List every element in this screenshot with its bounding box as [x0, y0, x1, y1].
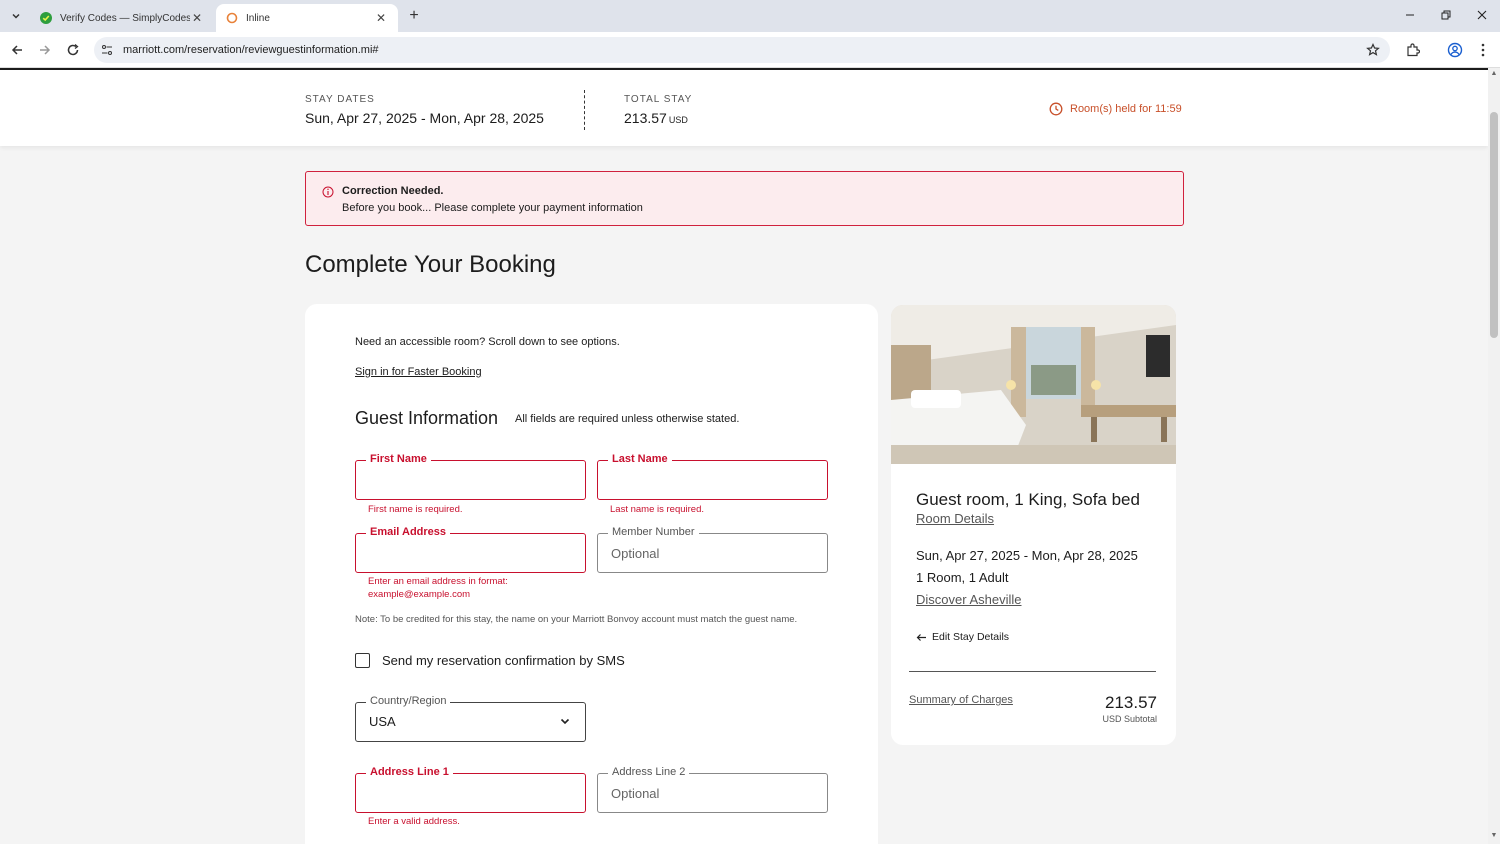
total-stay-label: TOTAL STAY	[624, 94, 693, 105]
address-line2-label: Address Line 2	[608, 766, 690, 778]
email-error-line2: example@example.com	[368, 589, 471, 600]
page-scrollbar[interactable]: ▲ ▼	[1488, 68, 1500, 844]
last-name-field[interactable]: Last Name	[597, 453, 828, 500]
address-line2-field[interactable]: Address Line 2 Optional	[597, 766, 828, 813]
member-number-placeholder: Optional	[611, 546, 660, 561]
room-card-divider	[909, 671, 1156, 672]
guest-info-subtitle: All fields are required unless otherwise…	[515, 413, 740, 425]
correction-alert: Correction Needed. Before you book... Pl…	[305, 171, 1184, 226]
loading-favicon-icon	[226, 12, 238, 24]
close-window-icon[interactable]	[1470, 4, 1494, 26]
discover-city-link[interactable]: Discover Asheville	[916, 592, 1022, 607]
site-info-icon[interactable]	[101, 44, 113, 56]
member-number-field[interactable]: Member Number Optional	[597, 526, 828, 573]
alert-title: Correction Needed.	[342, 185, 444, 197]
info-alert-icon	[322, 186, 334, 198]
tab-close-icon[interactable]: ✕	[374, 11, 388, 25]
tab-list-chevron-icon[interactable]	[6, 6, 26, 26]
sms-checkbox[interactable]	[355, 653, 370, 668]
scroll-thumb[interactable]	[1490, 112, 1498, 338]
bonvoy-name-note: Note: To be credited for this stay, the …	[355, 614, 798, 625]
chevron-down-icon	[560, 718, 570, 725]
room-hold-text: Room(s) held for 11:59	[1070, 103, 1182, 115]
browser-toolbar: marriott.com/reservation/reviewguestinfo…	[0, 32, 1500, 68]
first-name-field[interactable]: First Name	[355, 453, 586, 500]
guest-info-title: Guest Information	[355, 408, 499, 428]
sms-confirmation-row[interactable]: Send my reservation confirmation by SMS	[355, 653, 625, 668]
alert-message: Before you book... Please complete your …	[342, 202, 643, 214]
address-line1-field[interactable]: Address Line 1	[355, 766, 586, 813]
country-region-value: USA	[369, 714, 396, 729]
total-currency: USD	[668, 115, 688, 125]
email-label: Email Address	[366, 526, 451, 538]
new-tab-button[interactable]: +	[404, 6, 424, 26]
email-field[interactable]: Email Address	[355, 526, 586, 573]
total-amount: 213.57	[624, 110, 667, 126]
scroll-down-arrow-icon[interactable]: ▼	[1490, 832, 1498, 840]
first-name-error: First name is required.	[368, 504, 463, 515]
stay-summary-header: STAY DATES Sun, Apr 27, 2025 - Mon, Apr …	[0, 68, 1488, 146]
browser-tab-bar: Verify Codes — SimplyCodes ✕ Inline ✕ +	[0, 0, 1500, 32]
last-name-label: Last Name	[608, 453, 672, 465]
room-dates: Sun, Apr 27, 2025 - Mon, Apr 28, 2025	[916, 548, 1138, 563]
header-divider	[584, 90, 585, 130]
summary-of-charges-link[interactable]: Summary of Charges	[909, 694, 1013, 706]
member-number-label: Member Number	[608, 526, 699, 538]
guest-info-form-card: Need an accessible room? Scroll down to …	[305, 304, 878, 844]
url-text: marriott.com/reservation/reviewguestinfo…	[123, 44, 379, 56]
clock-icon	[1049, 102, 1063, 116]
back-arrow-icon[interactable]	[7, 40, 27, 60]
extensions-puzzle-icon[interactable]	[1403, 40, 1423, 60]
profile-avatar-icon[interactable]	[1445, 40, 1465, 60]
tab-simplycodes[interactable]: Verify Codes — SimplyCodes ✕	[30, 4, 214, 32]
bookmark-star-icon[interactable]	[1363, 40, 1383, 60]
minimize-icon[interactable]	[1398, 4, 1422, 26]
sms-label: Send my reservation confirmation by SMS	[382, 653, 625, 668]
edit-stay-label: Edit Stay Details	[932, 631, 1010, 643]
hotel-room-photo	[891, 305, 1176, 464]
room-summary-card: Guest room, 1 King, Sofa bed Room Detail…	[891, 305, 1176, 745]
reload-icon[interactable]	[63, 40, 83, 60]
tab-close-icon[interactable]: ✕	[190, 11, 204, 25]
subtotal-price: 213.57	[1105, 693, 1157, 712]
arrow-left-icon	[916, 633, 926, 641]
room-title: Guest room, 1 King, Sofa bed	[916, 490, 1140, 509]
simplycodes-favicon-icon	[40, 12, 52, 24]
forward-arrow-icon[interactable]	[35, 40, 55, 60]
first-name-label: First Name	[366, 453, 431, 465]
tab-title: Inline	[246, 12, 270, 24]
total-stay-value: 213.57 USD	[624, 110, 688, 126]
sign-in-link[interactable]: Sign in for Faster Booking	[355, 366, 482, 378]
room-hold-timer: Room(s) held for 11:59	[1049, 102, 1182, 116]
room-details-link[interactable]: Room Details	[916, 511, 994, 526]
address-line2-placeholder: Optional	[611, 786, 660, 801]
restore-icon[interactable]	[1434, 4, 1458, 26]
last-name-error: Last name is required.	[610, 504, 704, 515]
accessible-room-note: Need an accessible room? Scroll down to …	[355, 336, 620, 348]
room-occupancy: 1 Room, 1 Adult	[916, 570, 1009, 585]
address-line1-label: Address Line 1	[366, 766, 453, 778]
country-region-select[interactable]: Country/Region USA	[355, 695, 586, 742]
address-line1-error: Enter a valid address.	[368, 816, 460, 827]
page-title: Complete Your Booking	[305, 251, 556, 278]
subtotal-label: USD Subtotal	[1102, 714, 1157, 724]
email-error-line1: Enter an email address in format:	[368, 576, 508, 587]
country-region-label: Country/Region	[366, 695, 451, 707]
scroll-up-arrow-icon[interactable]: ▲	[1490, 70, 1498, 78]
page-content: STAY DATES Sun, Apr 27, 2025 - Mon, Apr …	[0, 68, 1488, 844]
tab-inline[interactable]: Inline ✕	[216, 4, 398, 32]
tab-title: Verify Codes — SimplyCodes	[60, 12, 190, 24]
browser-menu-icon[interactable]	[1473, 40, 1493, 60]
address-bar[interactable]: marriott.com/reservation/reviewguestinfo…	[94, 37, 1390, 63]
stay-dates-label: STAY DATES	[305, 94, 375, 105]
edit-stay-details-button[interactable]: Edit Stay Details	[916, 631, 1009, 643]
stay-dates-value: Sun, Apr 27, 2025 - Mon, Apr 28, 2025	[305, 110, 544, 126]
